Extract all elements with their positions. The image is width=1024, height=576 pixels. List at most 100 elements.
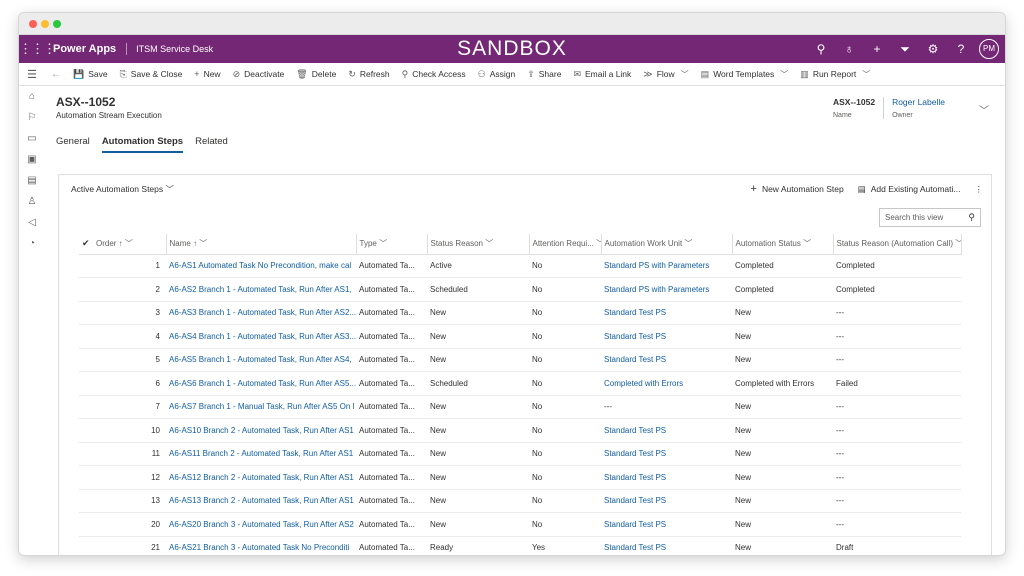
column-header-status-reason[interactable]: Status Reason ﹀ — [427, 234, 530, 255]
pinned-icon[interactable]: ⚐ — [19, 107, 45, 128]
help-icon[interactable]: ? — [947, 42, 975, 56]
row-select-cell[interactable] — [79, 512, 93, 537]
avatar[interactable]: PM — [979, 39, 999, 59]
word-templates-button[interactable]: ▤ Word Templates ﹀ — [695, 69, 795, 80]
name-cell[interactable]: A6-AS12 Branch 2 - Automated Task, Run A… — [166, 465, 356, 490]
table-row[interactable]: 12 A6-AS12 Branch 2 - Automated Task, Run… — [79, 465, 961, 490]
name-cell[interactable]: A6-AS21 Branch 3 - Automated Task No Pre… — [166, 536, 356, 555]
hamburger-menu-icon[interactable]: ☰ — [19, 68, 45, 81]
share-button[interactable]: ⇪ Share — [521, 69, 567, 80]
table-row[interactable]: 1 A6-AS1 Automated Task No Precondition, … — [79, 254, 961, 278]
add-icon[interactable]: + — [863, 42, 891, 56]
column-header-automation-work-unit[interactable]: Automation Work Unit ﹀ — [601, 234, 733, 255]
row-select-cell[interactable] — [79, 371, 93, 396]
table-row[interactable]: 13 A6-AS13 Branch 2 - Automated Task, Run… — [79, 489, 961, 513]
assign-button[interactable]: ⚇ Assign — [472, 69, 522, 80]
table-row[interactable]: 5 A6-AS5 Branch 1 - Automated Task, Run A… — [79, 348, 961, 372]
table-row[interactable]: 20 A6-AS20 Branch 3 - Automated Task, Run… — [79, 512, 961, 537]
row-select-cell[interactable] — [79, 418, 93, 443]
announcement-icon[interactable]: ◁ — [19, 212, 45, 233]
work-unit-cell[interactable]: Standard Test PS — [601, 512, 732, 537]
work-unit-cell[interactable]: Standard Test PS — [601, 348, 732, 372]
name-cell[interactable]: A6-AS2 Branch 1 - Automated Task, Run Af… — [166, 277, 356, 302]
column-header-name[interactable]: Name ↑ ﹀ — [166, 234, 357, 255]
view-selector[interactable]: Active Automation Steps ﹀ — [59, 183, 174, 195]
work-unit-cell[interactable]: Standard Test PS — [601, 301, 732, 325]
search-icon[interactable]: ⚲ — [807, 42, 835, 56]
back-arrow-icon[interactable]: ← — [45, 69, 67, 80]
column-header-automation-status[interactable]: Automation Status ﹀ — [732, 234, 834, 255]
delete-button[interactable]: 🗑 Delete — [290, 69, 342, 80]
work-unit-cell[interactable]: Standard Test PS — [601, 489, 732, 513]
row-select-cell[interactable] — [79, 277, 93, 302]
name-cell[interactable]: A6-AS10 Branch 2 - Automated Task, Run A… — [166, 418, 356, 443]
name-cell[interactable]: A6-AS4 Branch 1 - Automated Task, Run Af… — [166, 324, 356, 349]
save-button[interactable]: 💾 Save — [67, 69, 114, 80]
assistant-icon[interactable]: ♁ — [835, 42, 863, 56]
work-unit-cell[interactable]: Standard Test PS — [601, 442, 732, 466]
work-unit-cell[interactable]: Standard Test PS — [601, 418, 732, 443]
row-select-cell[interactable] — [79, 442, 93, 466]
name-cell[interactable]: A6-AS1 Automated Task No Precondition, m… — [166, 254, 356, 278]
name-cell[interactable]: A6-AS11 Branch 2 - Automated Task, Run A… — [166, 442, 356, 466]
work-unit-cell[interactable]: Standard PS with Parameters — [601, 277, 732, 302]
close-window-button[interactable] — [29, 20, 37, 28]
table-row[interactable]: 21 A6-AS21 Branch 3 - Automated Task No P… — [79, 536, 961, 555]
row-select-cell[interactable] — [79, 301, 93, 325]
row-select-cell[interactable] — [79, 395, 93, 419]
work-unit-cell[interactable]: Standard Test PS — [601, 536, 732, 555]
app-name[interactable]: Power Apps — [49, 43, 128, 55]
add-existing-button[interactable]: ▤ Add Existing Automati... — [858, 184, 961, 195]
table-row[interactable]: 11 A6-AS11 Branch 2 - Automated Task, Run… — [79, 442, 961, 466]
name-cell[interactable]: A6-AS13 Branch 2 - Automated Task, Run A… — [166, 489, 356, 513]
person-icon[interactable]: ♙ — [19, 191, 45, 212]
expand-header-chevron-icon[interactable]: ﹀ — [979, 102, 989, 117]
name-cell[interactable]: A6-AS7 Branch 1 - Manual Task, Run After… — [166, 395, 356, 419]
column-header-order[interactable]: Order ↑ ﹀ — [93, 234, 167, 255]
name-cell[interactable]: A6-AS5 Branch 1 - Automated Task, Run Af… — [166, 348, 356, 372]
dashboard-icon[interactable]: ▭ — [19, 128, 45, 149]
search-input[interactable]: Search this view ⚲ — [879, 208, 981, 227]
column-header-type[interactable]: Type ﹀ — [356, 234, 428, 255]
work-unit-cell[interactable]: Standard Test PS — [601, 324, 732, 349]
table-row[interactable]: 10 A6-AS10 Branch 2 - Automated Task, Run… — [79, 418, 961, 443]
work-unit-cell[interactable]: Standard Test PS — [601, 465, 732, 490]
more-options-icon[interactable]: ⋮ — [975, 184, 984, 195]
tab-related[interactable]: Related — [195, 136, 228, 153]
run-report-button[interactable]: ▥ Run Report ﹀ — [794, 69, 876, 80]
maximize-window-button[interactable] — [53, 20, 61, 28]
check-access-button[interactable]: ⚲ Check Access — [396, 69, 472, 80]
select-all-checkbox[interactable]: ✔ — [79, 234, 93, 255]
records-icon[interactable]: ▣ — [19, 149, 45, 170]
work-unit-cell[interactable]: Standard PS with Parameters — [601, 254, 732, 278]
cases-icon[interactable]: ▤ — [19, 170, 45, 191]
flow-button[interactable]: ≫ Flow ﹀ — [637, 69, 694, 80]
new-button[interactable]: + New — [188, 69, 226, 79]
filter-icon[interactable]: ⏷ — [891, 42, 919, 57]
save-close-button[interactable]: ⎘ Save & Close — [114, 69, 189, 80]
name-cell[interactable]: A6-AS20 Branch 3 - Automated Task, Run A… — [166, 512, 356, 537]
gear-icon[interactable]: ⚙ — [919, 42, 947, 56]
table-row[interactable]: 3 A6-AS3 Branch 1 - Automated Task, Run A… — [79, 301, 961, 325]
row-select-cell[interactable] — [79, 536, 93, 555]
tab-general[interactable]: General — [56, 136, 90, 153]
table-row[interactable]: 6 A6-AS6 Branch 1 - Automated Task, Run A… — [79, 371, 961, 396]
deactivate-button[interactable]: ⊘ Deactivate — [227, 69, 291, 80]
work-unit-cell[interactable]: Completed with Errors — [601, 371, 732, 396]
name-cell[interactable]: A6-AS3 Branch 1 - Automated Task, Run Af… — [166, 301, 356, 325]
app-launcher-icon[interactable]: ⋮⋮⋮ — [19, 41, 56, 57]
settings-icon[interactable]: ◔ — [19, 233, 45, 254]
search-icon[interactable]: ⚲ — [968, 212, 975, 223]
email-link-button[interactable]: ✉ Email a Link — [567, 69, 637, 80]
home-icon[interactable]: ⌂ — [19, 86, 45, 107]
row-select-cell[interactable] — [79, 324, 93, 349]
table-row[interactable]: 2 A6-AS2 Branch 1 - Automated Task, Run A… — [79, 277, 961, 302]
row-select-cell[interactable] — [79, 254, 93, 278]
table-row[interactable]: 4 A6-AS4 Branch 1 - Automated Task, Run A… — [79, 324, 961, 349]
new-automation-step-button[interactable]: + New Automation Step — [751, 183, 844, 195]
minimize-window-button[interactable] — [41, 20, 49, 28]
name-cell[interactable]: A6-AS6 Branch 1 - Automated Task, Run Af… — [166, 371, 356, 396]
row-select-cell[interactable] — [79, 465, 93, 490]
owner-link[interactable]: Roger Labelle — [892, 97, 945, 107]
refresh-button[interactable]: ↻ Refresh — [342, 69, 395, 80]
